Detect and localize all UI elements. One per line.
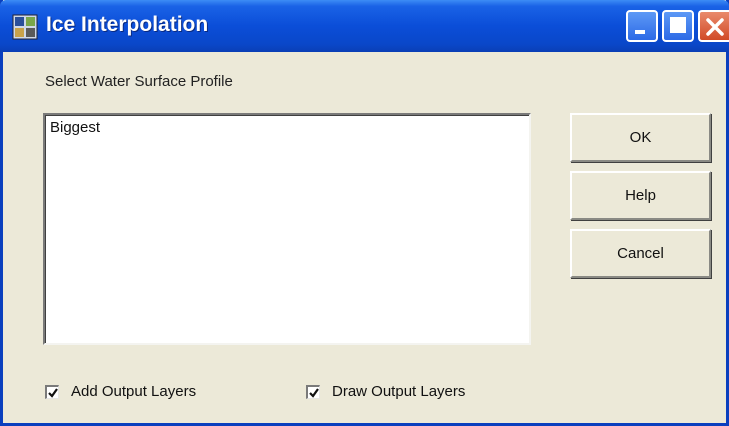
minimize-button[interactable]: [626, 10, 658, 42]
draw-output-layers-label: Draw Output Layers: [332, 383, 466, 400]
arcgis-tool-icon: [12, 14, 38, 40]
ok-button[interactable]: OK: [570, 113, 711, 162]
add-output-layers-option[interactable]: Add Output Layers: [45, 383, 196, 400]
help-button[interactable]: Help: [570, 171, 711, 220]
checkmark-icon: [309, 387, 319, 398]
draw-output-layers-option[interactable]: Draw Output Layers: [306, 383, 465, 400]
add-output-layers-checkbox[interactable]: [45, 384, 59, 399]
profile-listbox[interactable]: Biggest: [43, 113, 531, 345]
ice-interpolation-dialog: Ice Interpolation Select Water Surface P…: [0, 0, 729, 426]
maximize-button[interactable]: [662, 10, 694, 42]
profile-label: Select Water Surface Profile: [45, 73, 233, 90]
close-icon: [706, 18, 724, 36]
draw-output-layers-checkbox[interactable]: [306, 384, 320, 399]
minimize-icon: [635, 30, 645, 34]
checkmark-icon: [48, 387, 58, 398]
add-output-layers-label: Add Output Layers: [71, 383, 197, 400]
window-title: Ice Interpolation: [46, 13, 209, 36]
cancel-button[interactable]: Cancel: [570, 229, 711, 278]
maximize-icon: [670, 17, 686, 33]
title-bar[interactable]: Ice Interpolation: [0, 0, 729, 52]
close-button[interactable]: [698, 10, 729, 42]
list-item[interactable]: Biggest: [50, 119, 100, 136]
